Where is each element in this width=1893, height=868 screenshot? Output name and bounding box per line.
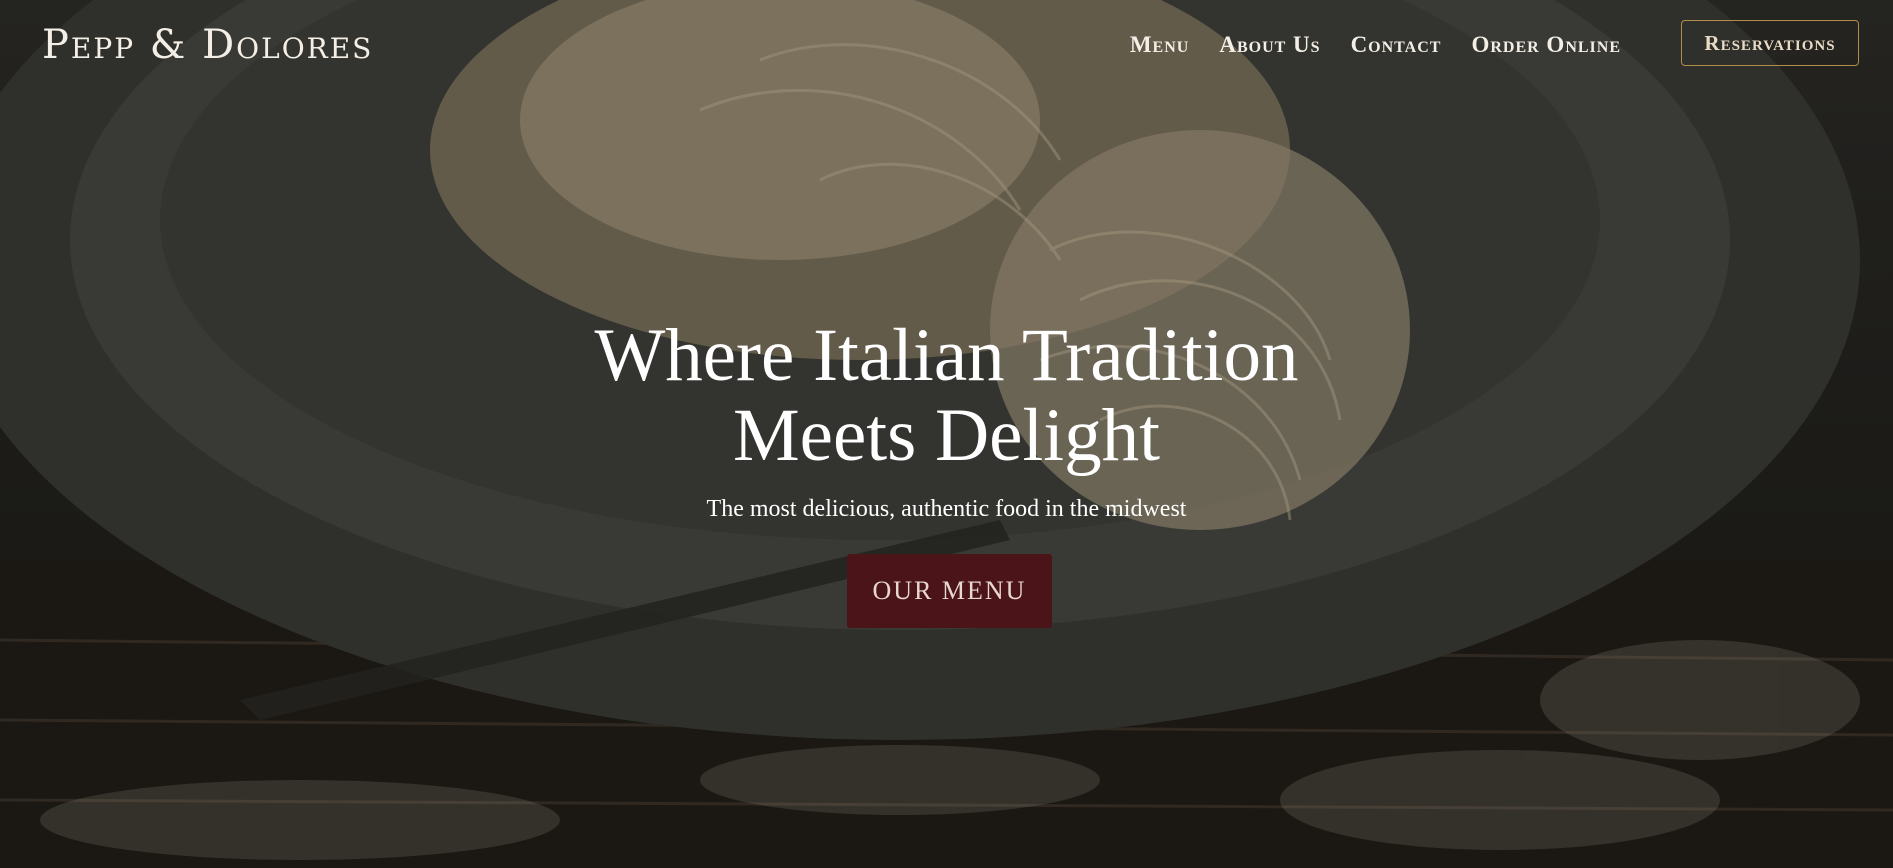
site-logo[interactable]: Pepp & Dolores: [42, 22, 373, 68]
nav-link-contact[interactable]: Contact: [1351, 32, 1442, 58]
hero-subtitle: The most delicious, authentic food in th…: [706, 496, 1187, 522]
nav-link-about-us[interactable]: About Us: [1219, 32, 1320, 58]
main-nav: Menu About Us Contact Order Online: [1130, 32, 1621, 58]
our-menu-button[interactable]: OUR MENU: [847, 554, 1052, 628]
hero-title-line-2: Meets Delight: [732, 394, 1160, 477]
nav-link-menu[interactable]: Menu: [1130, 32, 1190, 58]
hero-section: Pepp & Dolores Menu About Us Contact Ord…: [0, 0, 1893, 868]
hero-title: Where Italian Tradition Meets Delight: [0, 316, 1893, 476]
hero-title-line-1: Where Italian Tradition: [594, 314, 1299, 397]
reservations-button[interactable]: Reservations: [1681, 20, 1859, 66]
nav-link-order-online[interactable]: Order Online: [1471, 32, 1621, 58]
